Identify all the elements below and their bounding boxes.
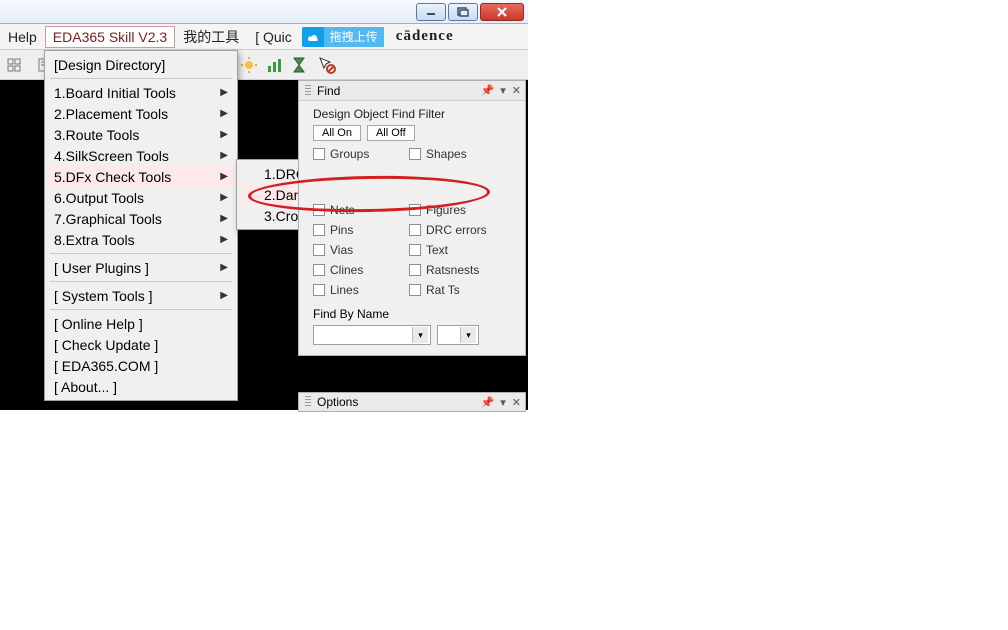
menu-eda365-com[interactable]: [ EDA365.COM ] [48,355,234,376]
dropdown-arrow-icon: ▾ [460,327,476,343]
submenu-arrow-icon: ▶ [220,87,228,98]
menu-system-tools[interactable]: [ System Tools ]▶ [48,285,234,306]
chk-vias[interactable]: Vias [313,243,405,257]
grip-icon [305,396,311,408]
find-type-combo[interactable]: ▾ [437,325,479,345]
find-title: Find [317,84,340,98]
cloud-icon [302,30,324,44]
chk-pins[interactable]: Pins [313,223,405,237]
all-on-button[interactable]: All On [313,125,361,141]
bars-icon[interactable] [266,56,284,74]
menu-silkscreen[interactable]: 4.SilkScreen Tools▶ [48,145,234,166]
menu-quick[interactable]: [ Quic [247,26,300,48]
maximize-button[interactable] [448,3,478,21]
chk-nets[interactable]: Nets [313,203,405,217]
cloud-upload-label: 拖拽上传 [324,27,384,47]
submenu-arrow-icon: ▶ [220,234,228,245]
chk-ratsnests[interactable]: Ratsnests [409,263,501,277]
dropdown-icon[interactable]: ▾ [500,396,506,409]
menu-online-help[interactable]: [ Online Help ] [48,313,234,334]
sun-icon[interactable] [240,56,258,74]
options-title: Options [317,395,358,409]
minimize-button[interactable] [416,3,446,21]
find-panel: Find 📌 ▾ ✕ Design Object Find Filter All… [298,80,526,356]
chk-figures[interactable]: Figures [409,203,501,217]
submenu-arrow-icon: ▶ [220,290,228,301]
find-panel-header[interactable]: Find 📌 ▾ ✕ [299,81,525,101]
close-panel-icon[interactable]: ✕ [512,396,521,409]
menu-extra[interactable]: 8.Extra Tools▶ [48,229,234,250]
chk-groups[interactable]: Groups [313,147,405,161]
eda365-menu: [Design Directory] 1.Board Initial Tools… [44,50,238,401]
close-button[interactable] [480,3,524,21]
menu-placement[interactable]: 2.Placement Tools▶ [48,103,234,124]
cloud-upload-button[interactable]: 拖拽上传 [302,27,384,47]
menu-user-plugins[interactable]: [ User Plugins ]▶ [48,257,234,278]
hourglass-icon[interactable] [292,56,310,74]
menu-output[interactable]: 6.Output Tools▶ [48,187,234,208]
menu-graphical[interactable]: 7.Graphical Tools▶ [48,208,234,229]
pin-icon[interactable]: 📌 [481,396,495,409]
chk-text[interactable]: Text [409,243,501,257]
submenu-arrow-icon: ▶ [220,150,228,161]
submenu-arrow-icon: ▶ [220,192,228,203]
chk-rat-ts[interactable]: Rat Ts [409,283,501,297]
submenu-arrow-icon: ▶ [220,129,228,140]
menu-help[interactable]: Help [0,26,45,48]
chk-clines[interactable]: Clines [313,263,405,277]
menu-design-directory[interactable]: [Design Directory] [48,54,234,75]
brand-logo: cādence [396,28,454,45]
all-off-button[interactable]: All Off [367,125,415,141]
grip-icon [305,85,311,97]
options-panel-header[interactable]: Options 📌 ▾ ✕ [298,392,526,412]
submenu-arrow-icon: ▶ [220,213,228,224]
submenu-arrow-icon: ▶ [220,171,228,182]
find-by-name-label: Find By Name [313,307,515,321]
chk-drc-errors[interactable]: DRC errors [409,223,501,237]
menu-eda365[interactable]: EDA365 Skill V2.3 [45,26,175,48]
find-name-combo[interactable]: ▾ [313,325,431,345]
find-group-label: Design Object Find Filter [313,107,515,121]
dropdown-icon[interactable]: ▾ [500,84,506,97]
menu-dfx-check[interactable]: 5.DFx Check Tools▶ [48,166,234,187]
menubar: Help EDA365 Skill V2.3 我的工具 [ Quic 拖拽上传 … [0,24,528,50]
menu-check-update[interactable]: [ Check Update ] [48,334,234,355]
dropdown-arrow-icon: ▾ [412,327,428,343]
cursor-stop-icon[interactable] [318,56,336,74]
grid-icon[interactable] [6,55,26,75]
chk-shapes[interactable]: Shapes [409,147,501,161]
menu-mytools[interactable]: 我的工具 [175,24,247,50]
menu-about[interactable]: [ About... ] [48,376,234,397]
menu-route[interactable]: 3.Route Tools▶ [48,124,234,145]
submenu-arrow-icon: ▶ [220,108,228,119]
pin-icon[interactable]: 📌 [481,84,495,97]
close-panel-icon[interactable]: ✕ [512,84,521,97]
submenu-arrow-icon: ▶ [220,262,228,273]
menu-board-initial[interactable]: 1.Board Initial Tools▶ [48,82,234,103]
chk-lines[interactable]: Lines [313,283,405,297]
